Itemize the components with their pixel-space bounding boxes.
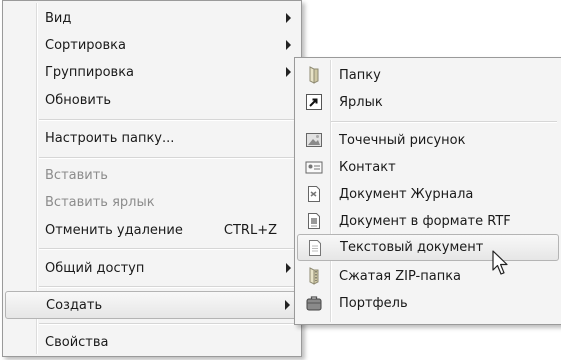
menu-item-label: Документ Журнала: [339, 186, 474, 202]
contact-card-icon: [305, 158, 323, 176]
menu-item-customize-folder[interactable]: Настроить папку...: [5, 125, 299, 151]
menu-item-label: Обновить: [45, 92, 112, 108]
menu-item-label: Текстовый документ: [340, 240, 484, 255]
submenu-arrow-icon: [286, 263, 291, 273]
submenu-arrow-icon: [285, 300, 290, 310]
submenu-arrow-icon: [286, 13, 291, 23]
menu-item-label: Группировка: [45, 64, 135, 80]
text-document-icon: [306, 239, 324, 257]
submenu-item-rtf-document[interactable]: Документ в формате RTF: [297, 208, 559, 234]
menu-item-refresh[interactable]: Обновить: [5, 87, 299, 113]
briefcase-icon: [305, 294, 323, 312]
submenu-item-bitmap[interactable]: Точечный рисунок: [297, 127, 559, 153]
submenu-item-zip-folder[interactable]: Сжатая ZIP-папка: [297, 263, 559, 289]
menu-item-view[interactable]: Вид: [5, 5, 299, 31]
desktop-context-menu: Вид Сортировка Группировка Обновить Наст…: [2, 0, 302, 357]
menu-item-undo-delete[interactable]: Отменить удаление CTRL+Z: [5, 217, 299, 243]
menu-item-label: Вставить ярлык: [45, 194, 155, 210]
submenu-item-folder[interactable]: Папку: [297, 62, 559, 88]
menu-item-group[interactable]: Группировка: [5, 59, 299, 85]
submenu-item-text-document[interactable]: Текстовый документ: [297, 234, 559, 261]
menu-item-paste-shortcut: Вставить ярлык: [5, 189, 299, 215]
menu-item-label: Документ в формате RTF: [339, 213, 511, 229]
menu-item-label: Контакт: [339, 159, 396, 175]
menu-item-label: Сжатая ZIP-папка: [339, 268, 462, 284]
menu-separator: [331, 121, 557, 123]
submenu-arrow-icon: [286, 67, 291, 77]
shortcut-icon: [305, 93, 323, 111]
rtf-document-icon: [305, 212, 323, 230]
submenu-item-briefcase[interactable]: Портфель: [297, 290, 559, 316]
folder-icon: [305, 66, 323, 84]
menu-item-label: Создать: [46, 297, 103, 313]
menu-item-new[interactable]: Создать: [5, 291, 299, 319]
submenu-item-contact[interactable]: Контакт: [297, 154, 559, 180]
shortcut-text: CTRL+Z: [223, 222, 277, 238]
menu-item-label: Свойства: [45, 334, 109, 350]
menu-item-label: Отменить удаление: [45, 222, 183, 238]
menu-item-label: Ярлык: [339, 94, 383, 110]
menu-item-label: Портфель: [339, 295, 408, 311]
bitmap-image-icon: [305, 131, 323, 149]
menu-item-paste: Вставить: [5, 162, 299, 188]
menu-item-label: Вид: [45, 10, 72, 26]
menu-item-label: Сортировка: [45, 37, 126, 53]
submenu-arrow-icon: [286, 40, 291, 50]
submenu-item-shortcut[interactable]: Ярлык: [297, 89, 559, 115]
menu-separator: [39, 248, 297, 250]
menu-item-label: Общий доступ: [45, 260, 145, 276]
menu-separator: [39, 119, 297, 121]
menu-item-label: Точечный рисунок: [339, 132, 466, 148]
menu-item-sort[interactable]: Сортировка: [5, 32, 299, 58]
menu-separator: [39, 323, 297, 325]
menu-item-label: Папку: [339, 67, 381, 83]
submenu-item-journal-document[interactable]: Документ Журнала: [297, 181, 559, 207]
menu-item-label: Вставить: [45, 167, 108, 183]
menu-separator: [39, 286, 297, 288]
menu-separator: [39, 157, 297, 159]
new-submenu: Папку Ярлык Точечный рисунок Контакт Док…: [294, 57, 561, 325]
menu-item-label: Настроить папку...: [45, 130, 175, 146]
menu-item-share[interactable]: Общий доступ: [5, 255, 299, 281]
menu-item-properties[interactable]: Свойства: [5, 329, 299, 355]
journal-document-icon: [305, 185, 323, 203]
zip-folder-icon: [305, 267, 323, 285]
mouse-pointer-icon: [492, 250, 508, 275]
